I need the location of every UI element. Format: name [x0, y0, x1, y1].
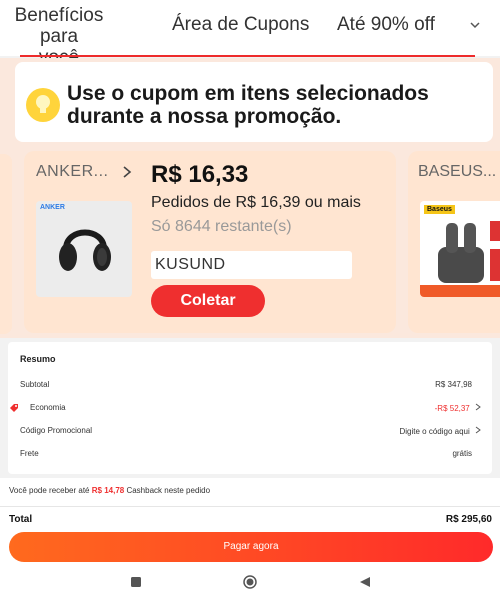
total-label: Total — [9, 514, 33, 525]
min-order-text: Pedidos de R$ 16,39 ou mais — [151, 194, 361, 211]
tab-underline — [20, 55, 475, 57]
cashback-prefix: Você pode receber até — [9, 486, 90, 495]
chevron-down-icon[interactable] — [468, 18, 482, 32]
lightbulb-icon — [26, 88, 60, 122]
frete-label: Frete — [20, 449, 39, 458]
product-image[interactable]: ANKER — [36, 201, 132, 297]
summary-title: Resumo — [20, 354, 56, 364]
baseus-logo: Baseus — [424, 205, 455, 214]
info-message: Use o cupom em itens selecionados durant… — [67, 82, 429, 128]
economia-row[interactable]: -R$ 52,37 — [435, 403, 481, 413]
store-name[interactable]: ANKER... — [36, 163, 108, 181]
square-nav-icon[interactable] — [130, 576, 142, 588]
promo-code-label: Código Promocional — [20, 426, 93, 435]
cashback-amount: R$ 14,78 — [91, 486, 125, 495]
info-line-2: durante a nossa promoção. — [67, 105, 342, 128]
chevron-right-icon — [475, 426, 481, 434]
product-image-next[interactable]: Baseus — [420, 201, 500, 297]
headphones-image — [59, 229, 111, 271]
anker-logo: ANKER — [40, 204, 65, 211]
chevron-right-icon[interactable] — [122, 165, 132, 179]
pay-now-button[interactable]: Pagar agora — [9, 532, 493, 562]
promo-code-placeholder: Digite o código aqui — [399, 427, 470, 436]
promo-code-input[interactable]: Digite o código aqui — [399, 426, 481, 436]
home-circle-icon[interactable] — [243, 575, 257, 589]
coupon-price: R$ 16,33 — [151, 161, 249, 188]
back-triangle-icon[interactable] — [359, 576, 371, 588]
frete-value: grátis — [452, 449, 472, 458]
collect-button[interactable]: Coletar — [151, 285, 265, 317]
remaining-count: Só 8644 restante(s) — [151, 218, 292, 235]
total-value: R$ 295,60 — [445, 514, 492, 525]
coupon-card: ANKER... ANKER R$ 16,33 Pedidos de R$ 16… — [24, 151, 396, 333]
previous-coupon-card[interactable] — [0, 154, 12, 334]
info-card: Use o cupom em itens selecionados durant… — [15, 62, 493, 142]
order-summary: Resumo Subtotal R$ 347,98 Economia -R$ 5… — [8, 342, 492, 474]
chevron-right-icon — [475, 403, 481, 411]
info-line-1: Use o cupom em itens selecionados — [67, 82, 429, 105]
earbuds-image — [420, 221, 500, 297]
tab-ate-90-off[interactable]: Até 90% off — [337, 14, 435, 35]
economia-label: Economia — [30, 403, 66, 412]
tab-area-de-cupons[interactable]: Área de Cupons — [172, 14, 309, 35]
tag-icon — [10, 404, 18, 412]
checkout-bar: Você pode receber até R$ 14,78 Cashback … — [0, 478, 500, 600]
subtotal-label: Subtotal — [20, 380, 50, 389]
cashback-suffix: Cashback neste pedido — [126, 486, 211, 495]
coupon-code: KUSUND — [151, 251, 352, 279]
store-name-next[interactable]: BASEUS... — [418, 163, 496, 181]
economia-value: -R$ 52,37 — [434, 404, 470, 413]
top-tab-bar: Benefícios para você Área de Cupons Até … — [0, 0, 500, 68]
subtotal-value: R$ 347,98 — [435, 380, 472, 389]
cashback-message: Você pode receber até R$ 14,78 Cashback … — [9, 486, 210, 495]
divider — [0, 506, 500, 507]
tab-beneficios-line1: Benefícios para — [14, 5, 104, 47]
coupon-area: Use o cupom em itens selecionados durant… — [0, 58, 500, 338]
coupon-card-next[interactable]: BASEUS... Baseus — [408, 151, 500, 333]
